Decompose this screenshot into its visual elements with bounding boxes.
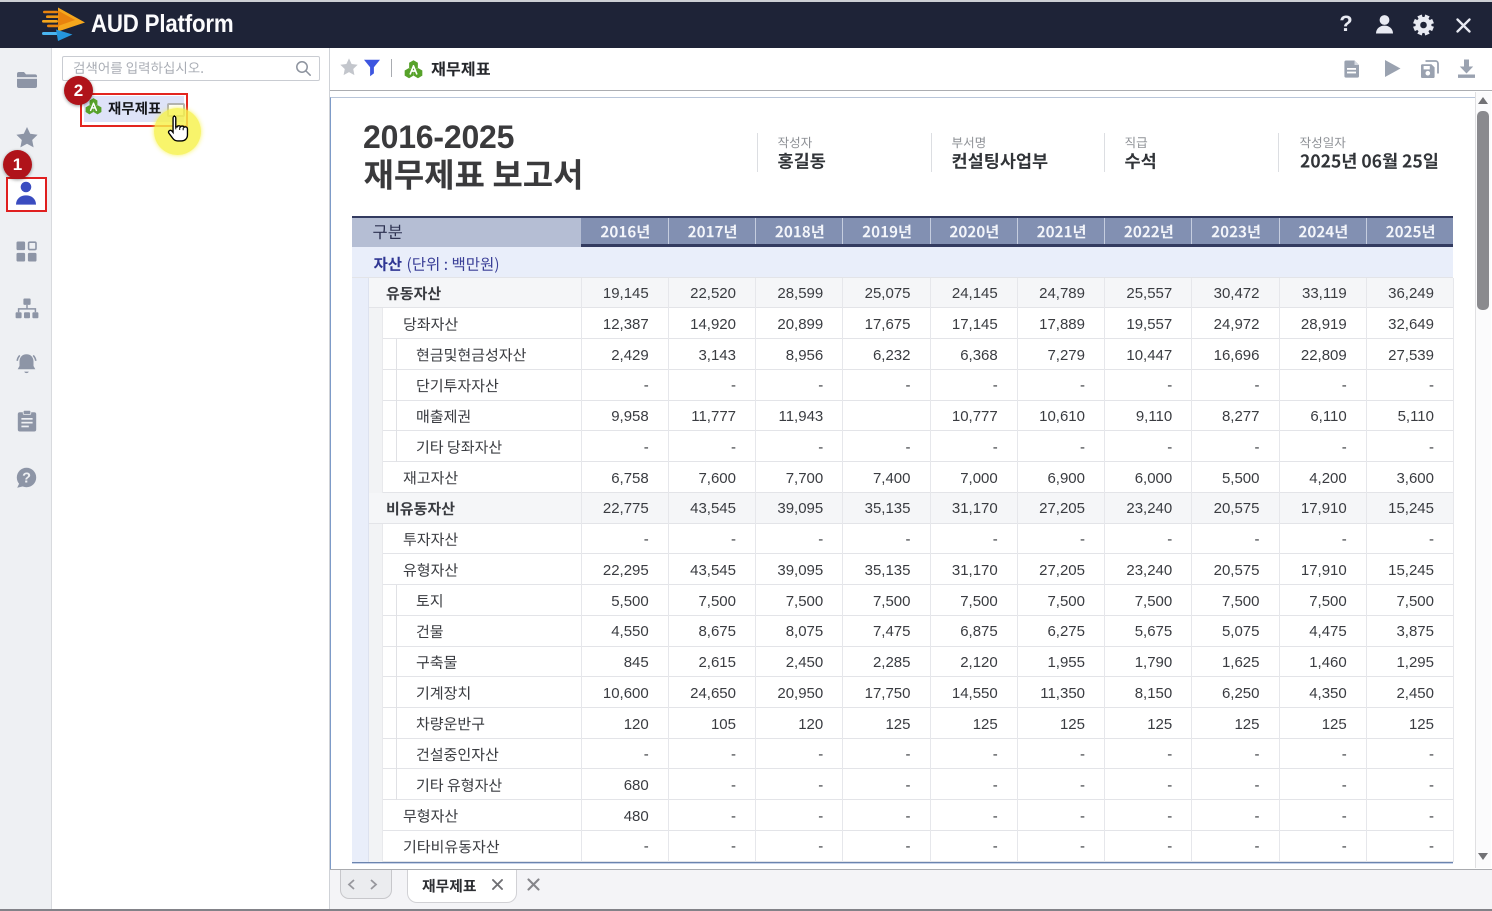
- svg-text:?: ?: [22, 470, 31, 486]
